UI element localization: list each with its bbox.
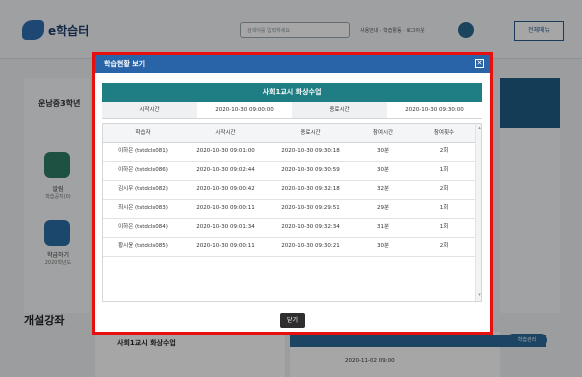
cell-end: 2020-10-30 09:30:59 bbox=[281, 167, 340, 173]
learning-status-modal: 학습현황 보기 ✕ 사회1교시 화상수업 시작시간 2020-10-30 09:… bbox=[95, 55, 490, 332]
header-learner: 학습자 bbox=[135, 130, 151, 136]
scroll-down-icon[interactable]: ▾ bbox=[477, 293, 481, 298]
end-time-label: 종료시간 bbox=[292, 102, 387, 118]
cell-duration: 31분 bbox=[376, 224, 390, 230]
cell-count: 1회 bbox=[439, 167, 449, 173]
close-icon[interactable]: ✕ bbox=[475, 59, 484, 68]
cell-end: 2020-10-30 09:32:34 bbox=[281, 224, 340, 230]
header-count: 참여횟수 bbox=[433, 130, 455, 136]
cell-start: 2020-10-30 09:00:11 bbox=[196, 243, 255, 249]
cell-learner: 최시은 (tstdcls083) bbox=[118, 205, 168, 211]
end-time-value: 2020-10-30 09:30:00 bbox=[405, 107, 464, 113]
cell-start: 2020-10-30 09:00:11 bbox=[196, 205, 255, 211]
cell-learner: 이하은 (tstdcls084) bbox=[118, 224, 168, 230]
header-start: 시작시간 bbox=[215, 130, 236, 136]
cell-count: 2회 bbox=[439, 148, 449, 154]
modal-header: 학습현황 보기 ✕ bbox=[95, 55, 490, 73]
header-end: 종료시간 bbox=[300, 130, 321, 136]
cell-end: 2020-10-30 09:32:18 bbox=[281, 186, 340, 192]
cell-start: 2020-10-30 09:00:42 bbox=[196, 186, 255, 192]
table-row: 김시우 (tstdcls082) 2020-10-30 09:00:42 202… bbox=[103, 180, 475, 200]
table-row: 이하은 (tstdcls084) 2020-10-30 09:01:34 202… bbox=[103, 218, 475, 238]
modal-title: 학습현황 보기 bbox=[104, 60, 146, 68]
table-scrollbar[interactable]: ▴ ▾ bbox=[475, 124, 481, 301]
table-row: 이하은 (tstdcls081) 2020-10-30 09:01:00 202… bbox=[103, 142, 475, 162]
cell-learner: 이하은 (tstdcls081) bbox=[118, 148, 168, 154]
table-row: 황시윤 (tstdcls085) 2020-10-30 09:00:11 202… bbox=[103, 237, 475, 257]
header-duration: 참여시간 bbox=[372, 130, 394, 136]
cell-count: 2회 bbox=[439, 186, 449, 192]
cell-start: 2020-10-30 09:02:44 bbox=[196, 167, 255, 173]
modal-body: 사회1교시 화상수업 시작시간 2020-10-30 09:00:00 종료시간… bbox=[102, 83, 483, 302]
cell-duration: 32분 bbox=[376, 186, 390, 192]
time-row: 시작시간 2020-10-30 09:00:00 종료시간 2020-10-30… bbox=[102, 102, 482, 119]
cell-duration: 30분 bbox=[376, 148, 390, 154]
cell-start: 2020-10-30 09:01:00 bbox=[196, 148, 255, 154]
table-row: 이하은 (tstdcls086) 2020-10-30 09:02:44 202… bbox=[103, 161, 475, 181]
participation-table: 학습자 시작시간 종료시간 참여시간 참여횟수 이하은 (tstdcls081)… bbox=[102, 123, 482, 302]
start-time-value: 2020-10-30 09:00:00 bbox=[215, 107, 274, 113]
cell-end: 2020-10-30 09:30:18 bbox=[281, 148, 340, 154]
cell-learner: 이하은 (tstdcls086) bbox=[118, 167, 168, 173]
cell-duration: 30분 bbox=[376, 243, 390, 249]
cell-count: 1회 bbox=[439, 205, 449, 211]
lesson-title: 사회1교시 화상수업 bbox=[102, 83, 482, 102]
cell-count: 1회 bbox=[439, 224, 449, 230]
cell-duration: 29분 bbox=[376, 205, 390, 211]
start-time-label: 시작시간 bbox=[102, 102, 197, 118]
table-header: 학습자 시작시간 종료시간 참여시간 참여횟수 bbox=[103, 124, 475, 143]
cell-duration: 30분 bbox=[376, 167, 390, 173]
cell-learner: 황시윤 (tstdcls085) bbox=[118, 243, 168, 249]
cell-start: 2020-10-30 09:01:34 bbox=[196, 224, 255, 230]
cell-end: 2020-10-30 09:30:21 bbox=[281, 243, 340, 249]
scroll-up-icon[interactable]: ▴ bbox=[477, 126, 481, 131]
cell-learner: 김시우 (tstdcls082) bbox=[118, 186, 168, 192]
table-row: 최시은 (tstdcls083) 2020-10-30 09:00:11 202… bbox=[103, 199, 475, 219]
close-button[interactable]: 닫기 bbox=[280, 313, 305, 328]
cell-end: 2020-10-30 09:29:51 bbox=[281, 205, 340, 211]
cell-count: 2회 bbox=[439, 243, 449, 249]
